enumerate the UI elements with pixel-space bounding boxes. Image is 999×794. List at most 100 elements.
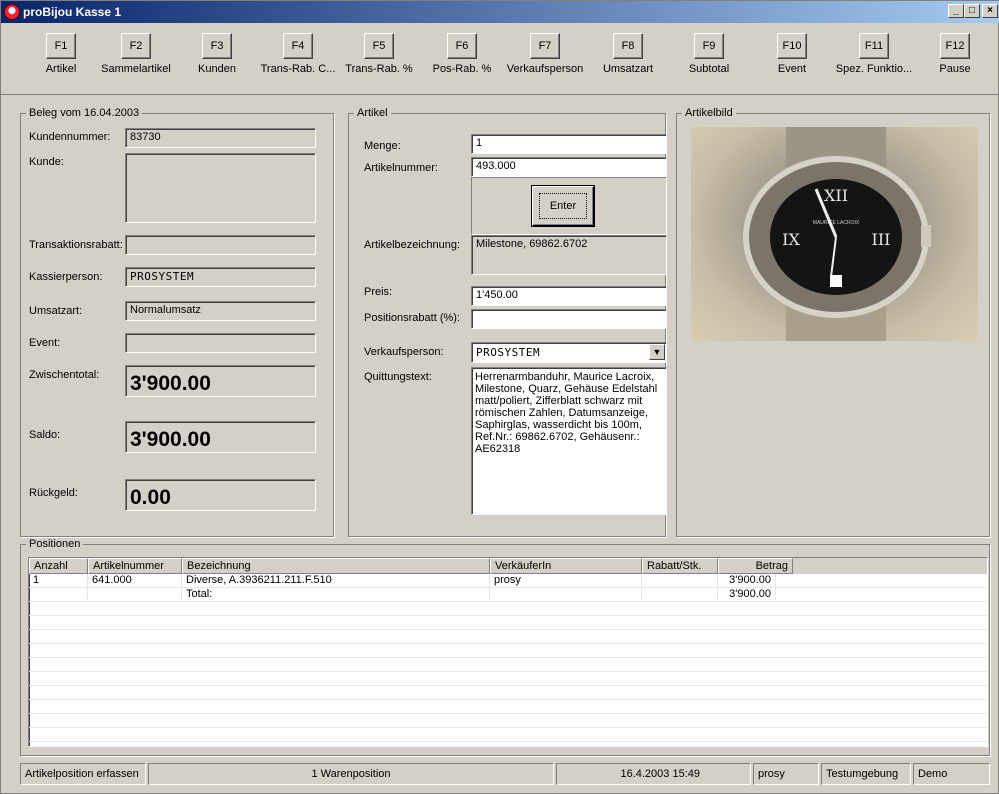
kassierperson-field: PROSYSTEM [125,267,316,287]
col-betrag[interactable]: Betrag [718,558,793,574]
fkey-cap: F11 [859,33,889,59]
status-user: prosy [753,763,819,785]
enter-button-label: Enter [538,193,588,219]
maximize-button[interactable]: □ [964,4,980,18]
positions-table[interactable]: Anzahl Artikelnummer Bezeichnung Verkäuf… [28,557,988,747]
positionsrabatt-label: Positionsrabatt (%): [364,312,460,324]
preis-input[interactable]: 1'450.00 [471,286,667,306]
table-row[interactable]: 1 641.000 Diverse, A.3936211.211.F.510 p… [29,574,987,588]
artikelbild-legend: Artikelbild [682,107,736,119]
fkey-cap: F7 [530,33,560,59]
positionsrabatt-input[interactable] [471,309,667,329]
table-row-empty [29,672,987,686]
fkey-label: Event [777,63,807,75]
kundennummer-field: 83730 [125,128,316,148]
cell-artikelnummer [88,588,182,602]
roman-iii-icon: III [872,230,891,249]
table-row-empty [29,686,987,700]
table-row-empty [29,700,987,714]
fkey-label: Kunden [198,63,236,75]
fkey-f5-button[interactable]: F5 Trans-Rab. % [339,33,419,93]
status-license: Demo [913,763,990,785]
fkey-label: Pos-Rab. % [432,63,492,75]
table-row-empty [29,728,987,742]
menge-input[interactable]: 1 [471,134,667,154]
positionen-legend: Positionen [26,538,84,550]
date-window-icon [830,275,842,287]
roman-xii-icon: XII [824,186,848,205]
artikelnummer-input[interactable]: 493.000 [471,157,667,177]
saldo-field: 3'900.00 [125,421,316,453]
cell-betrag: 3'900.00 [718,588,776,602]
function-key-toolbar: F1 Artikel F2 Sammelartikel F3 Kunden F4 Tra… [1,23,999,95]
zwischentotal-label: Zwischentotal: [29,369,100,381]
table-row-empty [29,714,987,728]
cell-betrag: 3'900.00 [718,574,776,588]
window-title: proBijou Kasse 1 [23,5,122,19]
enter-button[interactable]: Enter [531,185,595,227]
fkey-f10-button[interactable]: F10 Event [752,33,832,93]
rueckgeld-field: 0.00 [125,479,316,511]
beleg-legend: Beleg vom 16.04.2003 [26,107,143,119]
fkey-f2-button[interactable]: F2 Sammelartikel [96,33,176,93]
transaktionsrabatt-label: Transaktionsrabatt: [29,239,123,251]
fkey-f1-button[interactable]: F1 Artikel [21,33,101,93]
fkey-f6-button[interactable]: F6 Pos-Rab. % [422,33,502,93]
col-anzahl[interactable]: Anzahl [29,558,88,574]
table-row-empty [29,602,987,616]
table-header: Anzahl Artikelnummer Bezeichnung Verkäuf… [29,558,987,574]
fkey-label: Artikel [45,63,77,75]
cell-anzahl [29,588,88,602]
col-rabatt[interactable]: Rabatt/Stk. [642,558,718,574]
cell-artikelnummer: 641.000 [88,574,182,588]
fkey-f9-button[interactable]: F9 Subtotal [669,33,749,93]
fkey-f7-button[interactable]: F7 Verkaufsperson [505,33,585,93]
fkey-label: Umsatzart [602,63,654,75]
rueckgeld-label: Rückgeld: [29,487,78,499]
cell-anzahl: 1 [29,574,88,588]
article-photo: XII III IX MAURICE LACROIX [691,127,978,341]
cell-verkaeuferin [490,588,642,602]
cell-bezeichnung: Diverse, A.3936211.211.F.510 [182,574,490,588]
cell-verkaeuferin: prosy [490,574,642,588]
verkaufsperson-value: PROSYSTEM [476,346,541,359]
artikelbezeichnung-label: Artikelbezeichnung: [364,239,461,251]
table-row-empty [29,616,987,630]
fkey-label: Verkaufsperson [506,63,584,75]
fkey-f8-button[interactable]: F8 Umsatzart [588,33,668,93]
artikel-legend: Artikel [354,107,391,119]
watch-crown [921,225,931,247]
fkey-label: Spez. Funktio... [835,63,913,75]
chevron-down-icon[interactable]: ▼ [649,344,665,360]
status-count: 1 Warenposition [148,763,554,785]
fkey-f12-button[interactable]: F12 Pause [915,33,995,93]
table-row-empty [29,658,987,672]
fkey-cap: F1 [46,33,76,59]
verkaufsperson-select[interactable]: PROSYSTEM ▼ [471,342,667,363]
table-row-total[interactable]: Total: 3'900.00 [29,588,987,602]
fkey-f3-button[interactable]: F3 Kunden [177,33,257,93]
close-button[interactable]: × [982,4,998,18]
fkey-cap: F9 [694,33,724,59]
fkey-f11-button[interactable]: F11 Spez. Funktio... [834,33,914,93]
artikelnummer-label: Artikelnummer: [364,162,438,174]
fkey-cap: F4 [283,33,313,59]
fkey-f4-button[interactable]: F4 Trans-Rab. C... [258,33,338,93]
fkey-cap: F6 [447,33,477,59]
col-verkaeuferin[interactable]: VerkäuferIn [490,558,642,574]
col-bezeichnung[interactable]: Bezeichnung [182,558,490,574]
artikelbezeichnung-field: Milestone, 69862.6702 [471,235,667,275]
preis-label: Preis: [364,286,393,298]
fkey-label: Trans-Rab. % [345,63,413,75]
event-label: Event: [29,337,61,349]
umsatzart-label: Umsatzart: [29,305,83,317]
minimize-button[interactable]: _ [948,4,964,18]
col-artikelnummer[interactable]: Artikelnummer [88,558,182,574]
quittungstext-textarea[interactable]: Herrenarmbanduhr, Maurice Lacroix, Miles… [471,367,667,515]
cell-rabatt [642,574,718,588]
title-bar: proBijou Kasse 1 _ □ × [1,1,999,23]
watch-brand-text: MAURICE LACROIX [813,220,860,226]
fkey-label: Sammelartikel [101,63,171,75]
fkey-cap: F2 [121,33,151,59]
status-mode: Artikelposition erfassen [20,763,146,785]
